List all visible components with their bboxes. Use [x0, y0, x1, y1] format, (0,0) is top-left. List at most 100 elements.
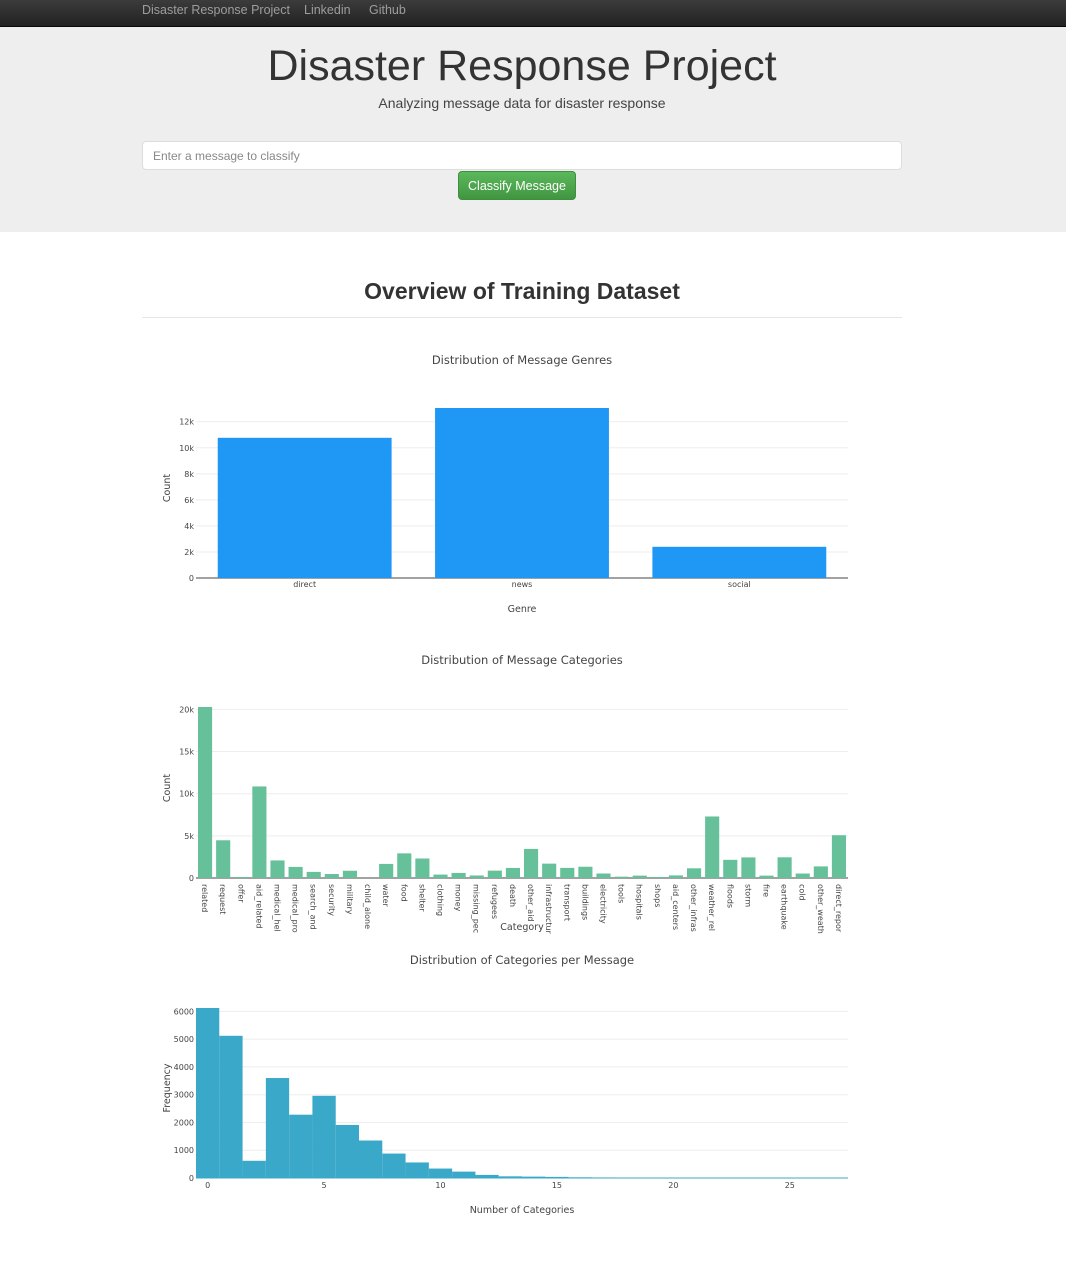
bar-fire: [759, 875, 774, 878]
y-tick-label: 4k: [184, 522, 194, 531]
bar-related: [197, 707, 213, 878]
chart-title: Distribution of Message Categories: [421, 653, 623, 667]
y-tick-label: 2000: [174, 1118, 194, 1127]
bar-shelter: [415, 858, 430, 878]
histogram-bar: [452, 1171, 476, 1178]
y-axis-label: Count: [162, 774, 173, 802]
bar-refugees: [487, 870, 502, 878]
x-axis-label: Genre: [508, 604, 537, 615]
bar-aid_related: [252, 786, 267, 878]
x-tick-label: storm: [743, 884, 752, 907]
y-tick-label: 2k: [184, 548, 194, 557]
x-tick-label: tools: [617, 884, 626, 903]
nav-link-github[interactable]: Github: [369, 3, 406, 17]
x-tick-label: child_alone: [363, 884, 372, 929]
message-input[interactable]: [142, 141, 902, 170]
bar-infrastructur: [542, 863, 557, 878]
bar-electricity: [596, 873, 611, 878]
bar-security: [324, 874, 339, 878]
nav-link-linkedin[interactable]: Linkedin: [304, 3, 351, 17]
bar-food: [397, 853, 412, 878]
page-title: Disaster Response Project: [267, 42, 777, 90]
x-tick-label: cold: [798, 884, 807, 901]
x-tick-label: 20: [668, 1181, 678, 1190]
histogram-bar: [382, 1153, 406, 1178]
x-tick-label: shops: [653, 884, 662, 907]
bar-request: [216, 840, 231, 878]
x-tick-label: direct: [293, 580, 316, 589]
categories-per-message-chart: Distribution of Categories per Message 0 1…: [162, 953, 848, 1216]
navbar-brand-link[interactable]: Disaster Response Project: [142, 3, 290, 17]
histogram-bar: [265, 1078, 290, 1178]
x-tick-label: request: [218, 884, 227, 914]
y-tick-label: 4000: [174, 1063, 194, 1072]
bar-other_infras: [686, 868, 702, 878]
x-tick-label: military: [345, 884, 354, 915]
y-tick-label: 5000: [174, 1035, 194, 1044]
section-divider: [142, 317, 902, 318]
x-tick-label: death: [508, 884, 517, 907]
x-tick-label: infrastructur: [544, 884, 553, 935]
y-axis-label: Count: [162, 474, 173, 502]
x-tick-label: other_aid: [526, 884, 535, 922]
x-tick-label: refugees: [490, 884, 499, 919]
bar-missing_pec: [469, 875, 484, 878]
bar-money: [451, 872, 466, 878]
jumbotron: Disaster Response Project Analyzing mess…: [0, 27, 1066, 232]
bar-offer: [234, 877, 249, 878]
y-tick-label: 10k: [179, 444, 194, 453]
y-tick-label: 0: [189, 1174, 194, 1183]
y-tick-label: 20k: [179, 705, 194, 714]
x-tick-label: 15: [552, 1181, 562, 1190]
x-tick-label: water: [381, 884, 390, 908]
x-tick-label: 25: [785, 1181, 795, 1190]
x-tick-label: earthquake: [780, 884, 789, 930]
y-tick-label: 5k: [184, 832, 194, 841]
x-tick-label: missing_pec: [472, 884, 481, 933]
bar-weather_rel: [705, 816, 720, 878]
y-tick-label: 15k: [179, 748, 194, 757]
x-tick-label: medical_hel: [273, 884, 282, 932]
x-tick-label: food: [399, 884, 408, 902]
bar-other_aid: [523, 848, 539, 878]
bar-earthquake: [777, 857, 792, 878]
x-tick-label: search_and: [309, 884, 318, 930]
x-tick-label: clothing: [436, 884, 445, 916]
x-tick-label: weather_rel: [707, 884, 716, 931]
y-tick-label: 12k: [179, 418, 194, 427]
x-tick-label: medical_pro: [291, 884, 300, 933]
histogram-bar: [242, 1160, 266, 1178]
bar-tools: [614, 876, 629, 878]
x-tick-label: transport: [562, 884, 571, 921]
chart-title: Distribution of Message Genres: [432, 353, 612, 367]
histogram-bar: [312, 1095, 336, 1178]
x-tick-label: other_weath: [816, 884, 825, 934]
x-tick-label: offer: [236, 884, 245, 903]
x-tick-label: money: [454, 884, 463, 912]
y-axis-label: Frequency: [162, 1063, 173, 1112]
bar-military: [342, 870, 358, 878]
category-distribution-chart: Distribution of Message Categories 0 5k 10k…: [162, 653, 848, 935]
x-tick-label: 0: [205, 1181, 210, 1190]
top-navbar: Disaster Response Project Linkedin Githu…: [0, 0, 1066, 27]
y-tick-label: 0: [189, 574, 194, 583]
classify-message-button[interactable]: Classify Message: [458, 171, 576, 200]
y-tick-label: 10k: [179, 790, 194, 799]
y-tick-label: 3000: [174, 1091, 194, 1100]
bar-medical_hel: [270, 860, 285, 878]
histogram-bar: [359, 1140, 383, 1178]
x-tick-label: 5: [322, 1181, 327, 1190]
y-tick-label: 6k: [184, 496, 194, 505]
y-tick-label: 6000: [174, 1007, 194, 1016]
bar-social: [652, 546, 827, 578]
x-tick-label: direct_repor: [834, 884, 843, 933]
x-tick-label: aid_centers: [671, 884, 680, 930]
bar-aid_centers: [668, 875, 684, 878]
x-tick-label: hospitals: [635, 884, 644, 920]
x-tick-label: social: [728, 580, 751, 589]
overview-title: Overview of Training Dataset: [364, 278, 680, 304]
x-tick-label: news: [512, 580, 533, 589]
bar-other_weath: [813, 866, 828, 878]
bar-hospitals: [632, 875, 647, 878]
x-tick-label: security: [327, 884, 336, 916]
